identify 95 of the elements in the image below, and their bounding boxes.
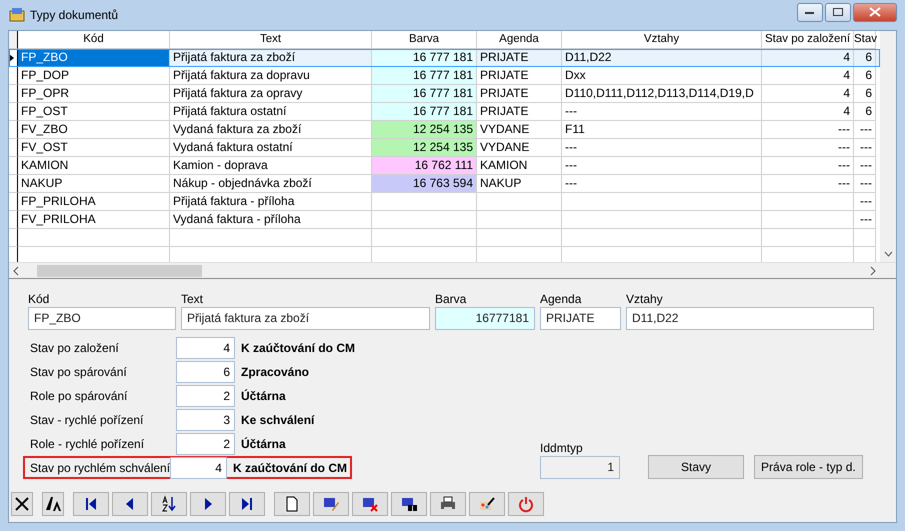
delete-record-icon bbox=[361, 495, 379, 513]
column-header[interactable]: Stav po založení bbox=[762, 31, 854, 49]
toolbar-button[interactable] bbox=[313, 492, 349, 516]
maximize-icon bbox=[833, 8, 843, 16]
input-field[interactable]: 2 bbox=[176, 432, 235, 454]
vertical-scrollbar[interactable] bbox=[880, 31, 896, 262]
toolbar-button[interactable] bbox=[42, 492, 64, 516]
folder-icon bbox=[8, 6, 26, 24]
power-icon bbox=[517, 495, 535, 513]
column-header[interactable]: Barva bbox=[372, 31, 477, 49]
state-description: Účtárna bbox=[241, 436, 286, 450]
sort-icon bbox=[160, 495, 178, 513]
input-field[interactable]: 6 bbox=[176, 360, 235, 382]
input-field[interactable]: 16777181 bbox=[435, 307, 535, 330]
input-field[interactable]: D11,D22 bbox=[626, 307, 874, 330]
row-indicator[interactable] bbox=[9, 67, 18, 85]
input-field[interactable]: FP_ZBO bbox=[28, 307, 176, 330]
minimize-button[interactable] bbox=[797, 2, 823, 22]
column-header[interactable]: Stav bbox=[854, 31, 876, 49]
table-cell: 16 763 594 bbox=[372, 175, 477, 193]
field-label: Stav po spárování bbox=[30, 364, 128, 378]
table-cell: 12 254 135 bbox=[372, 121, 477, 139]
row-indicator[interactable] bbox=[9, 157, 18, 175]
field-label: Agenda bbox=[540, 291, 582, 307]
close-icon bbox=[869, 7, 881, 17]
maximize-button[interactable] bbox=[825, 2, 851, 22]
toolbar-button[interactable] bbox=[11, 492, 33, 516]
field-label: Stav po založení bbox=[30, 340, 120, 354]
state-description: K zaúčtování do CM bbox=[232, 460, 347, 474]
table-row[interactable]: FP_ZBO Přijatá faktura za zboží 16 777 181 PRIJATE D11,D22 4 6 bbox=[9, 49, 880, 67]
input-field[interactable]: 3 bbox=[176, 408, 235, 430]
table-cell: 16 777 181 bbox=[372, 103, 477, 121]
minimize-icon bbox=[805, 10, 815, 14]
input-field[interactable]: 4 bbox=[170, 456, 227, 478]
action-button[interactable]: Stavy bbox=[648, 455, 744, 479]
toolbar-button[interactable] bbox=[190, 492, 226, 516]
edit-record-icon bbox=[322, 495, 340, 513]
row-indicator[interactable] bbox=[9, 193, 18, 211]
table-cell: FP_ZBO bbox=[18, 49, 170, 67]
toolbar-button[interactable] bbox=[352, 492, 388, 516]
table-cell: 16 762 111 bbox=[372, 157, 477, 175]
find-record-icon bbox=[400, 495, 418, 513]
field-label: Kód bbox=[28, 291, 50, 307]
table-cell: 16 777 181 bbox=[372, 85, 477, 103]
toolbar-button[interactable] bbox=[274, 492, 310, 516]
close-icon bbox=[13, 495, 31, 513]
row-indicator[interactable] bbox=[9, 121, 18, 139]
row-indicator[interactable] bbox=[9, 229, 18, 247]
toolbar-button[interactable] bbox=[391, 492, 427, 516]
column-header[interactable]: Kód bbox=[18, 31, 170, 49]
input-field[interactable]: 2 bbox=[176, 384, 235, 406]
field-label: Role - rychlé pořízení bbox=[30, 436, 146, 450]
row-indicator[interactable] bbox=[9, 49, 18, 67]
state-description: Ke schválení bbox=[241, 412, 314, 426]
font-icon bbox=[44, 495, 62, 513]
table-cell: --- bbox=[854, 211, 876, 229]
table-cell: 16 777 181 bbox=[372, 67, 477, 85]
toolbar-button[interactable] bbox=[112, 492, 148, 516]
state-description: Zpracováno bbox=[241, 364, 310, 378]
field-label: Role po spárování bbox=[30, 388, 128, 402]
row-indicator[interactable] bbox=[9, 139, 18, 157]
close-button[interactable] bbox=[853, 2, 897, 22]
toolbar-button[interactable] bbox=[229, 492, 265, 516]
column-header[interactable]: Agenda bbox=[477, 31, 562, 49]
empty-cell bbox=[854, 229, 876, 247]
palette-icon bbox=[478, 495, 496, 513]
column-header[interactable]: Text bbox=[170, 31, 372, 49]
state-description: Účtárna bbox=[241, 388, 286, 402]
row-indicator[interactable] bbox=[9, 103, 18, 121]
input-field[interactable]: 1 bbox=[540, 456, 620, 479]
toolbar-button[interactable] bbox=[430, 492, 466, 516]
table-cell: 12 254 135 bbox=[372, 139, 477, 157]
toolbar-button[interactable] bbox=[151, 492, 187, 516]
action-button[interactable]: Práva role - typ d. bbox=[754, 455, 863, 479]
table-cell: FV_PRILOHA bbox=[18, 211, 170, 229]
table-cell: Vydaná faktura - příloha bbox=[170, 211, 372, 229]
window-title: Typy dokumentů bbox=[30, 8, 118, 22]
horizontal-scrollbar[interactable] bbox=[9, 262, 896, 278]
row-indicator[interactable] bbox=[9, 211, 18, 229]
row-pointer-icon bbox=[9, 54, 15, 62]
state-description: K zaúčtování do CM bbox=[241, 340, 356, 354]
field-label: Vztahy bbox=[626, 291, 664, 307]
field-label: Barva bbox=[435, 291, 468, 307]
toolbar-button[interactable] bbox=[73, 492, 109, 516]
column-header[interactable]: Vztahy bbox=[562, 31, 762, 49]
input-field[interactable]: 4 bbox=[176, 336, 235, 358]
input-field[interactable]: Přijatá faktura za zboží bbox=[181, 307, 430, 330]
row-indicator[interactable] bbox=[9, 85, 18, 103]
field-label: Text bbox=[181, 291, 204, 307]
field-label: Iddmtyp bbox=[540, 440, 584, 456]
field-label: Stav po rychlém schválení bbox=[30, 460, 170, 474]
table-cell: 16 777 181 bbox=[372, 49, 477, 67]
row-indicator[interactable] bbox=[9, 175, 18, 193]
field-label: Stav - rychlé pořízení bbox=[30, 412, 144, 426]
input-field[interactable]: PRIJATE bbox=[540, 307, 621, 330]
